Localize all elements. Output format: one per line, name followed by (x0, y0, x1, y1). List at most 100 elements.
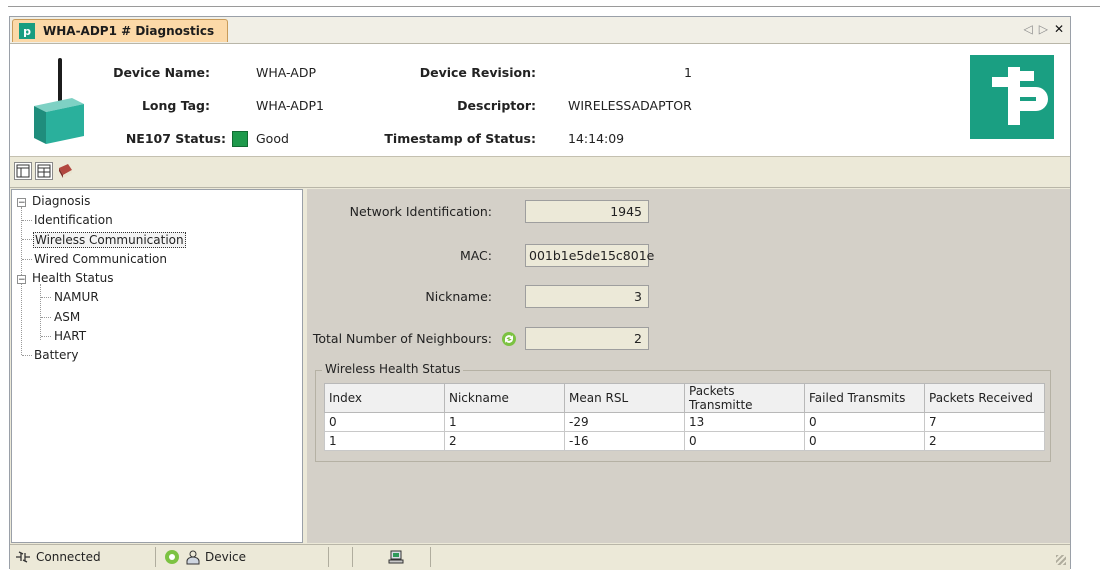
status-separator (155, 547, 156, 567)
view-toolbar (10, 157, 1070, 188)
pepperl-fuchs-logo-icon (970, 55, 1054, 139)
table-row[interactable]: 1 2 -16 0 0 2 (324, 431, 1045, 451)
neighbours-field[interactable]: 2 (525, 327, 649, 350)
column-header-mean-rsl[interactable]: Mean RSL (564, 383, 685, 413)
table-cell: 0 (804, 431, 925, 451)
table-cell: -16 (564, 431, 685, 451)
pf-small-logo-icon: p (19, 23, 35, 39)
nickname-field[interactable]: 3 (525, 285, 649, 308)
tree-line (22, 355, 32, 356)
device-name-value: WHA-ADP (256, 65, 316, 80)
timestamp-value: 14:14:09 (568, 131, 625, 146)
device-revision-value: 1 (684, 65, 692, 80)
device-status: Device (164, 548, 246, 566)
refresh-icon[interactable] (501, 331, 517, 347)
device-header: Device Name: WHA-ADP Long Tag: WHA-ADP1 … (10, 44, 1070, 157)
tree-item-hart[interactable]: HART (54, 329, 86, 343)
tree-item-diagnosis[interactable]: Diagnosis (32, 194, 90, 208)
resize-grip-icon[interactable] (1056, 555, 1066, 565)
wireless-health-group: Wireless Health Status Index Nickname Me… (315, 362, 1051, 462)
tree-item-namur[interactable]: NAMUR (54, 290, 99, 304)
layout-view-button[interactable] (14, 162, 32, 180)
device-name-label: Device Name: (113, 65, 210, 80)
connection-status: Connected (14, 548, 101, 566)
network-computer-icon (388, 550, 404, 564)
network-identification-field[interactable]: 1945 (525, 200, 649, 223)
connection-plug-icon (16, 551, 30, 563)
ne107-status-value: Good (256, 131, 289, 146)
table-cell: 7 (924, 412, 1045, 432)
table-cell: 0 (684, 431, 805, 451)
tree-item-identification[interactable]: Identification (34, 213, 113, 227)
device-status-text: Device (205, 550, 247, 564)
navigation-tree: − Diagnosis Identification Wireless Comm… (11, 189, 303, 543)
table-cell: 1 (324, 431, 445, 451)
ne107-status-indicator (232, 131, 248, 147)
tree-line (22, 220, 32, 221)
neighbours-label: Total Number of Neighbours: (312, 331, 492, 346)
window-layout-icon (16, 164, 30, 178)
wireless-adapter-image-icon (34, 58, 84, 144)
status-separator (352, 547, 353, 567)
tree-item-health-status[interactable]: Health Status (32, 271, 113, 285)
collapse-health-status-icon[interactable]: − (17, 275, 26, 285)
table-view-button[interactable] (35, 162, 53, 180)
mac-label: MAC: (459, 248, 492, 263)
status-bar: Connected Device (10, 544, 1070, 570)
previous-tab-icon[interactable]: ◁ (1023, 22, 1032, 36)
window-nav: ◁ ▷ ✕ (1023, 22, 1064, 36)
column-header-packets-transmitted[interactable]: Packets Transmitte (684, 383, 805, 413)
tree-line (22, 239, 32, 240)
column-header-index[interactable]: Index (324, 383, 445, 413)
wireless-health-table: Index Nickname Mean RSL Packets Transmit… (324, 383, 1045, 451)
column-header-packets-received[interactable]: Packets Received (924, 383, 1045, 413)
tree-item-asm[interactable]: ASM (54, 310, 80, 324)
nickname-label: Nickname: (425, 289, 492, 304)
collapse-diagnosis-icon[interactable]: − (17, 198, 26, 208)
tree-item-wireless-communication[interactable]: Wireless Communication (33, 232, 186, 248)
long-tag-label: Long Tag: (141, 98, 210, 113)
network-status (387, 548, 405, 566)
tab-bar: p WHA-ADP1 # Diagnostics ◁ ▷ ✕ (10, 17, 1070, 44)
table-cell: 13 (684, 412, 805, 432)
table-row[interactable]: 0 1 -29 13 0 7 (324, 412, 1045, 432)
tree-line (41, 336, 51, 337)
tab-diagnostics[interactable]: p WHA-ADP1 # Diagnostics (12, 19, 228, 42)
table-layout-icon (37, 164, 51, 178)
connection-status-text: Connected (36, 550, 101, 564)
network-identification-label: Network Identification: (349, 204, 492, 219)
tree-line (40, 284, 41, 340)
table-cell: 2 (444, 431, 565, 451)
refresh-status-icon (165, 550, 179, 564)
timestamp-label: Timestamp of Status: (384, 131, 536, 146)
tab-label: WHA-ADP1 # Diagnostics (43, 24, 215, 38)
status-separator (430, 547, 431, 567)
close-icon[interactable]: ✕ (1054, 22, 1064, 36)
status-separator (328, 547, 329, 567)
long-tag-value: WHA-ADP1 (256, 98, 324, 113)
detail-panel: Network Identification: 1945 MAC: 001b1e… (307, 189, 1070, 543)
table-cell: 1 (444, 412, 565, 432)
table-cell: 2 (924, 431, 1045, 451)
device-revision-label: Device Revision: (419, 65, 536, 80)
descriptor-label: Descriptor: (457, 98, 536, 113)
table-header-row: Index Nickname Mean RSL Packets Transmit… (324, 383, 1045, 413)
tree-item-battery[interactable]: Battery (34, 348, 78, 362)
tree-line (41, 297, 51, 298)
table-cell: -29 (564, 412, 685, 432)
column-header-failed-transmits[interactable]: Failed Transmits (804, 383, 925, 413)
tree-line (22, 259, 32, 260)
diagnostics-window: p WHA-ADP1 # Diagnostics ◁ ▷ ✕ Device Na… (9, 16, 1071, 570)
column-header-nickname[interactable]: Nickname (444, 383, 565, 413)
device-user-icon (186, 550, 200, 565)
top-rule (8, 6, 1100, 7)
table-cell: 0 (804, 412, 925, 432)
ne107-status-label: NE107 Status: (125, 131, 226, 146)
tree-item-wired-communication[interactable]: Wired Communication (34, 252, 167, 266)
descriptor-value: WIRELESSADAPTOR (568, 98, 692, 113)
mac-field[interactable]: 001b1e5de15c801e (525, 244, 654, 267)
table-cell: 0 (324, 412, 445, 432)
next-tab-icon[interactable]: ▷ (1039, 22, 1048, 36)
wireless-health-title: Wireless Health Status (322, 362, 464, 376)
help-book-button[interactable] (56, 162, 74, 180)
